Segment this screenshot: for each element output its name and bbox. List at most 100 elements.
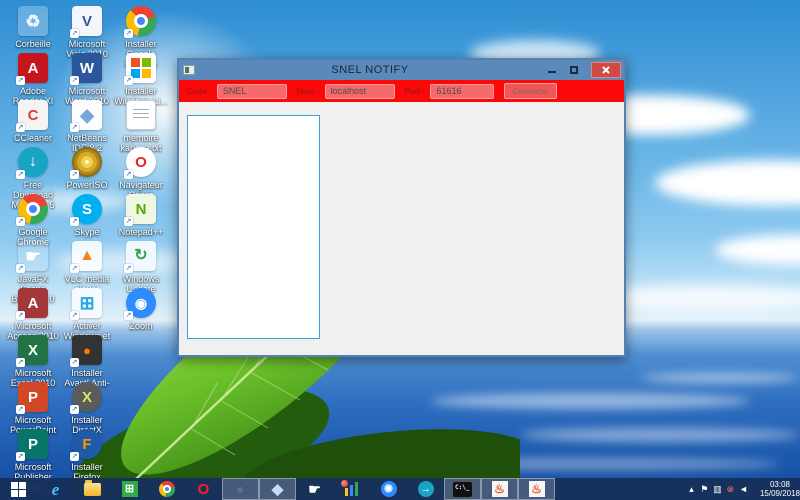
taskbar: e ⊞ O ● ◆ ☛ ◉ → C:\_ ♨ ♨ ▴ ⚑ ▥ ⊗ ◄ 03:08 15/… <box>0 478 800 500</box>
desktop: ♻ Corbeille V Microsoft Visio 2010 Insta… <box>0 0 800 500</box>
desktop-icon-recycle-bin[interactable]: ♻ Corbeille <box>6 6 60 49</box>
icon-label: Notepad++ <box>118 227 164 237</box>
adobe-reader-icon: A <box>16 53 48 85</box>
desktop-icon-visio[interactable]: V Microsoft Visio 2010 <box>60 6 114 59</box>
netbeans-icon: ◆ <box>271 480 284 498</box>
taskbar-store[interactable]: ⊞ <box>111 478 148 500</box>
desktop-icon-poweriso[interactable]: PowerISO <box>60 147 114 190</box>
poweriso-icon <box>70 147 102 179</box>
desktop-icon-skype[interactable]: S Skype <box>60 194 114 237</box>
directx-installer-icon: X <box>70 382 102 414</box>
opera-icon: O <box>124 147 156 179</box>
maximize-button[interactable] <box>567 63 581 77</box>
desktop-icon-windows-live-installer[interactable]: Installer Windows Li... <box>114 53 168 106</box>
tray-volume-icon[interactable]: ◄ <box>737 478 750 500</box>
taskbar-ireport[interactable] <box>333 478 370 500</box>
desktop-icon-zoom[interactable]: ◉ Zoom <box>114 288 168 331</box>
taskbar-cmd[interactable]: C:\_ <box>444 478 481 500</box>
window-content <box>179 102 624 355</box>
taskbar-chrome[interactable] <box>148 478 185 500</box>
host-input[interactable] <box>324 83 395 99</box>
icon-label: PowerISO <box>66 180 108 190</box>
shortcut-arrow-icon <box>70 123 79 132</box>
shortcut-arrow-icon <box>124 311 133 320</box>
desktop-icon-chrome[interactable]: Google Chrome <box>6 194 60 247</box>
shortcut-arrow-icon <box>16 311 25 320</box>
file-explorer-icon <box>84 479 101 496</box>
desktop-icon-vlc[interactable]: ▲ VLC media player <box>60 241 114 294</box>
icon-label: Zoom <box>129 321 153 331</box>
shortcut-arrow-icon <box>70 358 79 367</box>
desktop-icon-netbeans[interactable]: ◆ NetBeans IDE 8.2 <box>60 100 114 153</box>
desktop-icon-excel[interactable]: X Microsoft Excel 2010 <box>6 335 60 388</box>
notepad-plus-icon: N <box>124 194 156 226</box>
desktop-icon-memoire-txt[interactable]: memoire kabeya.txt <box>114 100 168 153</box>
port-input[interactable] <box>430 83 495 99</box>
firefox-installer-icon: F <box>70 429 102 461</box>
fdm-icon: → <box>417 481 434 497</box>
port-label: Port : <box>404 86 426 96</box>
shortcut-arrow-icon <box>70 217 79 226</box>
tray-action-center-flag-icon[interactable]: ⚑ <box>698 478 711 500</box>
taskbar-scene-builder[interactable]: ☛ <box>296 478 333 500</box>
code-label: Code : <box>187 86 212 96</box>
ireport-icon <box>340 480 360 496</box>
store-icon: ⊞ <box>121 481 138 497</box>
taskbar-fdm[interactable]: → <box>407 478 444 500</box>
shortcut-arrow-icon <box>70 170 79 179</box>
clock-time: 03:08 <box>769 480 790 489</box>
window-snel-notify: SNEL NOTIFY Code : Host : Port : Connecter <box>177 58 626 357</box>
desktop-icon-notepad-plus[interactable]: N Notepad++ <box>114 194 168 237</box>
desktop-icon-opera[interactable]: O Navigateur Opera <box>114 147 168 200</box>
taskbar-opera[interactable]: O <box>185 478 222 500</box>
titlebar[interactable]: SNEL NOTIFY <box>179 60 624 80</box>
taskbar-pgadmin[interactable]: ● <box>222 478 259 500</box>
host-label: Host : <box>296 86 320 96</box>
clock-date: 15/09/2018 <box>759 489 800 498</box>
cmd-icon: C:\_ <box>453 481 472 497</box>
taskbar-java-app-2[interactable]: ♨ <box>518 478 555 500</box>
recycle-bin-icon: ♻ <box>18 6 48 36</box>
shortcut-arrow-icon <box>70 452 79 461</box>
zoom-icon: ◉ <box>380 481 397 497</box>
desktop-icon-access[interactable]: A Microsoft Access 2010 <box>6 288 60 341</box>
desktop-icon-adobe-reader[interactable]: A Adobe Reader XI <box>6 53 60 106</box>
tray-av-alert-icon[interactable]: ⊗ <box>724 478 737 500</box>
taskbar-netbeans[interactable]: ◆ <box>259 478 296 500</box>
scene-builder-icon: ☛ <box>16 241 48 273</box>
activer-windows-office-icon: ⊞ <box>70 288 102 320</box>
powerpoint-icon: P <box>16 382 48 414</box>
java-app-1-icon: ♨ <box>491 481 508 497</box>
shortcut-arrow-icon <box>124 170 133 179</box>
taskbar-start[interactable] <box>0 478 37 500</box>
desktop-icon-directx-installer[interactable]: X Installer DirectX <box>60 382 114 435</box>
taskbar-internet-explorer[interactable]: e <box>37 478 74 500</box>
taskbar-zoom[interactable]: ◉ <box>370 478 407 500</box>
minimize-button[interactable] <box>545 63 559 77</box>
code-input[interactable] <box>216 83 287 99</box>
chrome-icon <box>16 194 48 226</box>
start-icon <box>10 481 27 497</box>
shortcut-arrow-icon <box>16 264 25 273</box>
internet-explorer-icon: e <box>51 479 60 499</box>
desktop-icon-windows-update[interactable]: ↻ Windows Update <box>114 241 168 294</box>
notifications-listbox[interactable] <box>187 115 320 339</box>
shortcut-arrow-icon <box>70 311 79 320</box>
tray-network-icon[interactable]: ▥ <box>711 478 724 500</box>
shortcut-arrow-icon <box>16 405 25 414</box>
clock[interactable]: 03:08 15/09/2018 <box>760 480 800 498</box>
window-title: SNEL NOTIFY <box>331 64 409 76</box>
desktop-icon-word[interactable]: W Microsoft Word 2010 <box>60 53 114 106</box>
connect-button[interactable]: Connecter <box>504 83 558 99</box>
icon-label: Skype <box>74 227 100 237</box>
shortcut-arrow-icon <box>70 264 79 273</box>
desktop-icon-firefox-installer[interactable]: F Installer Firefox <box>60 429 114 482</box>
taskbar-java-app-1[interactable]: ♨ <box>481 478 518 500</box>
java-app-2-icon: ♨ <box>528 481 545 497</box>
desktop-icon-ccleaner[interactable]: C CCleaner <box>6 100 60 143</box>
icon-label: Corbeille <box>15 39 51 49</box>
close-button[interactable] <box>591 62 621 78</box>
tray-hidden-icons-icon[interactable]: ▴ <box>685 478 698 500</box>
avast-installer-icon: ● <box>70 335 102 367</box>
taskbar-file-explorer[interactable] <box>74 478 111 500</box>
